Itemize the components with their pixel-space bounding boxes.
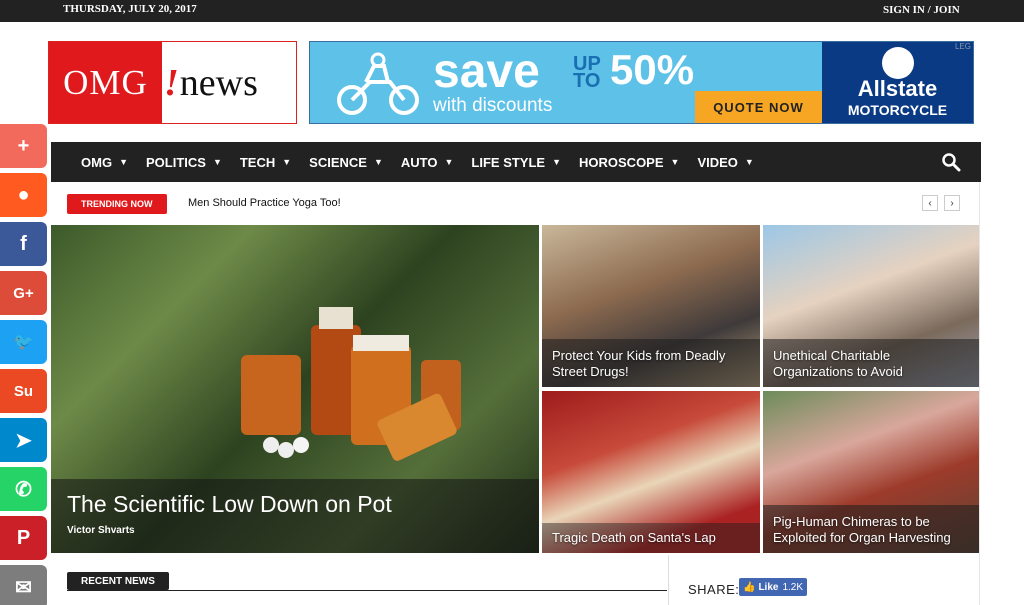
stumbleupon-share-button[interactable]: Su (0, 369, 47, 413)
article-tile[interactable]: Tragic Death on Santa's Lap (542, 391, 760, 553)
divider (67, 590, 667, 591)
nav-item-auto[interactable]: AUTO ▼ (401, 142, 470, 182)
motorcycle-icon (337, 52, 419, 115)
nav-item-video[interactable]: VIDEO ▼ (697, 142, 769, 182)
chevron-down-icon: ▼ (212, 157, 222, 167)
chevron-down-icon: ▼ (552, 157, 562, 167)
twitter-icon: 🐦 (13, 334, 34, 351)
google-plus-icon: G+ (13, 284, 34, 302)
ad-percent-text: 50% (610, 46, 695, 93)
nav-item-horoscope[interactable]: HOROSCOPE ▼ (579, 142, 695, 182)
article-title[interactable]: Pig-Human Chimeras to be Exploited for O… (773, 514, 968, 546)
sign-in-link[interactable]: SIGN IN / JOIN (883, 4, 960, 16)
nav-item-tech[interactable]: TECH ▼ (240, 142, 307, 182)
ad-offer-panel: save UP TO 50% with discounts QUOTE NOW (310, 42, 822, 123)
article-title[interactable]: Unethical Charitable Organizations to Av… (773, 348, 963, 380)
chevron-down-icon: ▼ (373, 157, 383, 167)
reddit-share-button[interactable]: ● (0, 173, 47, 217)
whatsapp-icon: ✆ (15, 478, 32, 501)
ad-brand-name: Allstate (857, 76, 938, 101)
main-navigation: OMG ▼ POLITICS ▼ TECH ▼ SCIENCE ▼ AUTO ▼ LIFE… (51, 142, 981, 182)
trending-next-button[interactable]: › (944, 195, 960, 211)
advertisement-banner[interactable]: save UP TO 50% with discounts QUOTE NOW … (309, 41, 974, 124)
nav-item-politics[interactable]: POLITICS ▼ (146, 142, 238, 182)
featured-article[interactable]: The Scientific Low Down on Pot Victor Sh… (51, 225, 539, 553)
chevron-down-icon: ▼ (119, 157, 128, 167)
current-date: THURSDAY, JULY 20, 2017 (63, 3, 197, 15)
ad-choices-icon[interactable]: LEG (955, 42, 971, 51)
thumbs-up-icon: 👍 (743, 581, 756, 593)
featured-author[interactable]: Victor Shvarts (67, 525, 135, 536)
telegram-icon: ➤ (15, 429, 32, 452)
chevron-down-icon: ▼ (670, 157, 680, 167)
article-tile[interactable]: Pig-Human Chimeras to be Exploited for O… (763, 391, 980, 553)
ad-save-text: save (433, 45, 540, 98)
ad-upto-text: UP TO (573, 53, 601, 92)
email-share-button[interactable]: ✉ (0, 565, 47, 605)
plus-icon: + (17, 134, 30, 157)
chevron-down-icon: ▼ (744, 157, 754, 167)
featured-title[interactable]: The Scientific Low Down on Pot (67, 491, 392, 518)
twitter-share-button[interactable]: 🐦 (0, 320, 47, 364)
nav-item-omg[interactable]: OMG ▼ (81, 142, 144, 182)
telegram-share-button[interactable]: ➤ (0, 418, 47, 462)
allstate-logo-icon (882, 47, 914, 79)
pinterest-share-button[interactable]: P (0, 516, 47, 560)
like-label: Like (758, 581, 779, 593)
ad-discount-text: with discounts (433, 95, 553, 116)
facebook-like-button[interactable]: 👍 Like 1.2K (739, 578, 808, 596)
google-plus-share-button[interactable]: G+ (0, 271, 47, 315)
recent-news-heading: RECENT NEWS (67, 572, 169, 590)
logo-omg: OMG (49, 42, 162, 123)
trending-bar: TRENDING NOW Men Should Practice Yoga To… (51, 183, 981, 225)
article-tile[interactable]: Protect Your Kids from Deadly Street Dru… (542, 225, 760, 387)
nav-item-science[interactable]: SCIENCE ▼ (309, 142, 399, 182)
article-title[interactable]: Protect Your Kids from Deadly Street Dru… (552, 348, 742, 380)
chevron-down-icon: ▼ (444, 157, 454, 167)
share-more-button[interactable]: + (0, 124, 47, 168)
nav-item-life-style[interactable]: LIFE STYLE ▼ (471, 142, 577, 182)
whatsapp-share-button[interactable]: ✆ (0, 467, 47, 511)
share-label: SHARE: (688, 582, 740, 597)
featured-image (241, 307, 461, 461)
site-logo[interactable]: OMG ! news (48, 41, 297, 124)
top-bar: THURSDAY, JULY 20, 2017 SIGN IN / JOIN (0, 0, 1024, 22)
chevron-down-icon: ▼ (282, 157, 292, 167)
ad-brand-panel: Allstate MOTORCYCLE LEG (822, 42, 973, 123)
quote-now-button[interactable]: QUOTE NOW (695, 91, 822, 123)
social-share-sidebar: + ● f G+ 🐦 Su ➤ ✆ P ✉ (0, 124, 47, 605)
stumbleupon-icon: Su (13, 382, 34, 400)
reddit-icon: ● (17, 183, 30, 206)
divider (668, 555, 669, 605)
trending-label: TRENDING NOW (67, 194, 167, 214)
facebook-share-button[interactable]: f (0, 222, 47, 266)
like-count: 1.2K (782, 581, 804, 593)
email-icon: ✉ (15, 576, 32, 599)
trending-prev-button[interactable]: ‹ (922, 195, 938, 211)
pinterest-icon: P (16, 526, 31, 549)
logo-news: ! news (164, 61, 258, 104)
article-tile[interactable]: Unethical Charitable Organizations to Av… (763, 225, 980, 387)
search-icon[interactable] (941, 152, 961, 172)
trending-headline[interactable]: Men Should Practice Yoga Too! (188, 197, 341, 209)
divider (979, 182, 980, 605)
article-title[interactable]: Tragic Death on Santa's Lap (552, 530, 752, 546)
facebook-icon: f (20, 232, 27, 255)
ad-product-name: MOTORCYCLE (847, 102, 948, 118)
